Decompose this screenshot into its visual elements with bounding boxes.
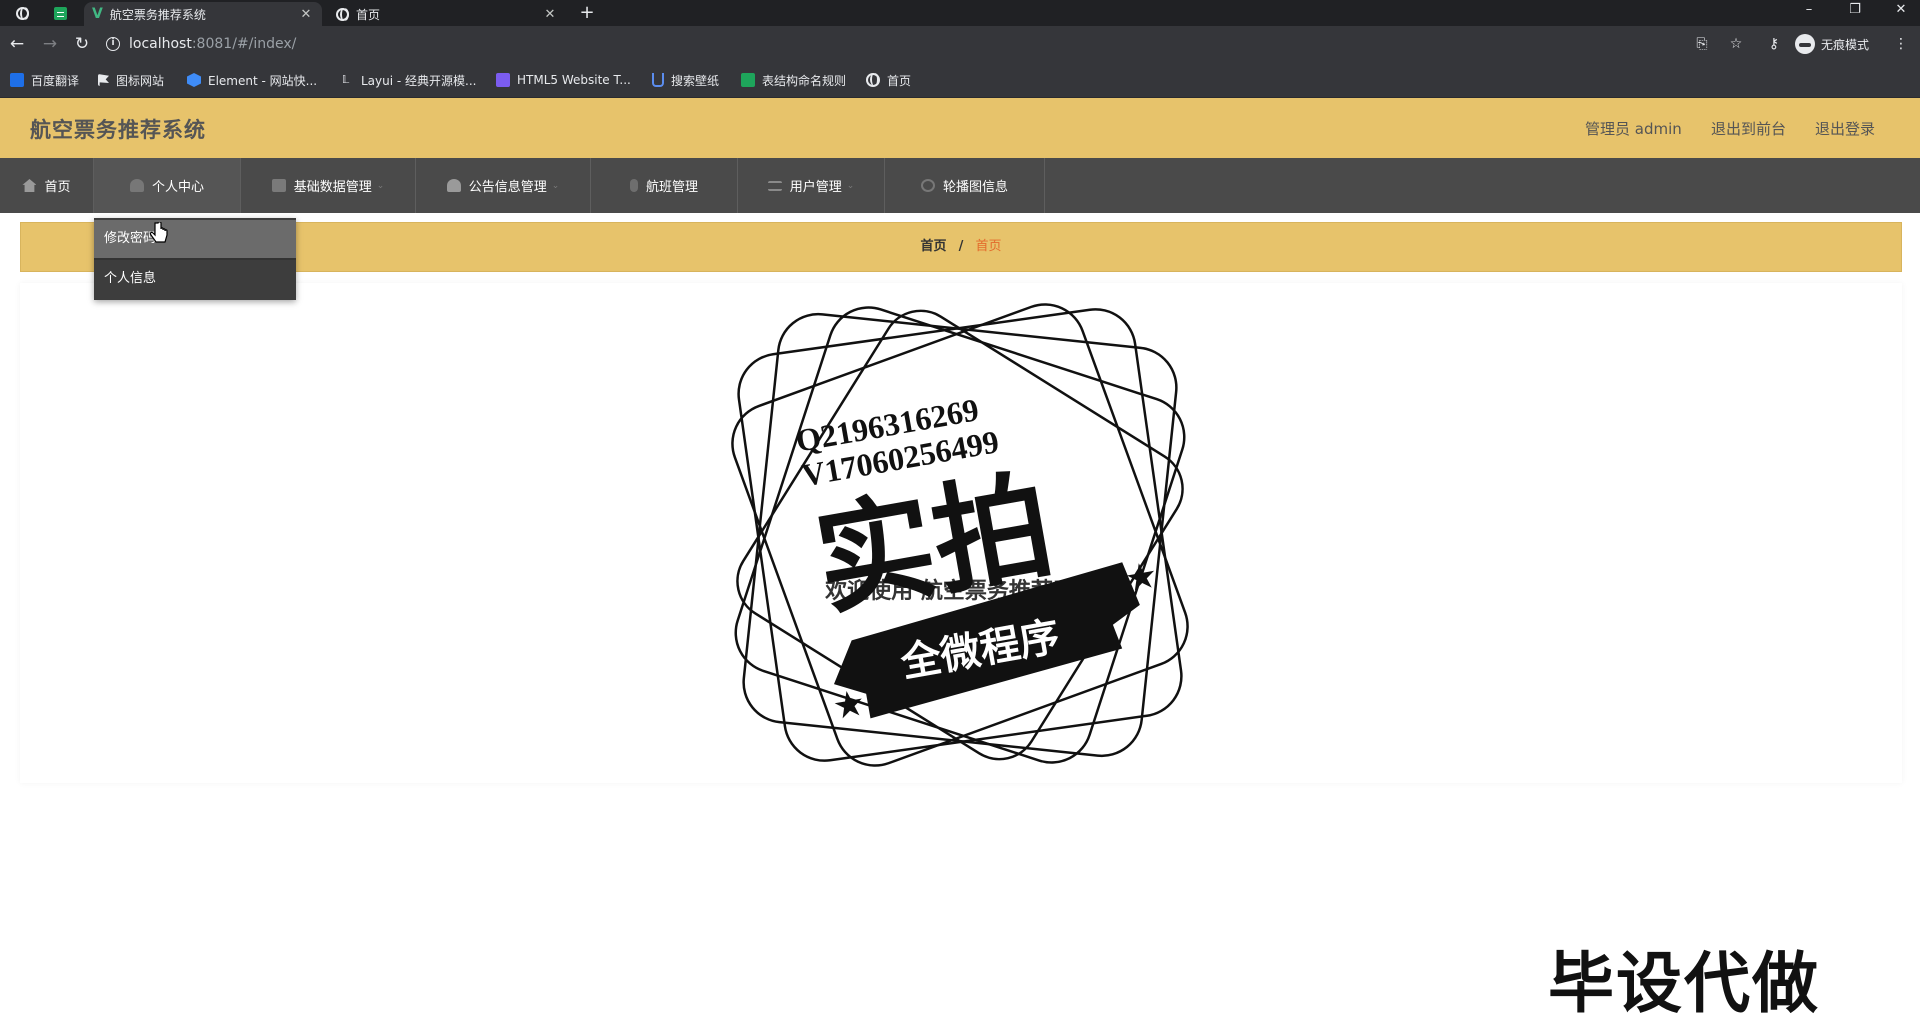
logout-link[interactable]: 退出登录 bbox=[1815, 118, 1875, 139]
bookmark-label: Layui - 经典开源模... bbox=[361, 73, 477, 88]
star-icon[interactable]: ☆ bbox=[1726, 33, 1746, 55]
reload-button[interactable]: ↻ bbox=[71, 33, 93, 55]
bookmark-item[interactable]: 表结构命名规则 bbox=[741, 71, 846, 89]
tab-close-icon[interactable]: ✕ bbox=[542, 7, 558, 22]
home-icon bbox=[22, 179, 37, 192]
browser-tab-bar: V 航空票务推荐系统 ✕ 首页 ✕ + – ❐ ✕ bbox=[0, 0, 1920, 26]
element-logo-icon bbox=[187, 73, 201, 87]
new-tab-button[interactable]: + bbox=[576, 2, 598, 24]
menu-item-label: 基础数据管理 bbox=[293, 180, 372, 195]
clipboard-icon bbox=[271, 179, 286, 192]
restore-button[interactable]: ❐ bbox=[1832, 0, 1878, 26]
list-icon bbox=[767, 180, 782, 191]
user-icon bbox=[129, 179, 144, 192]
bookmark-label: Element - 网站快... bbox=[208, 73, 318, 88]
bookmark-label: 搜索壁纸 bbox=[671, 73, 720, 88]
menu-item-notice[interactable]: 公告信息管理 ⌄ bbox=[416, 158, 591, 213]
menu-item-flights[interactable]: 航班管理 bbox=[591, 158, 738, 213]
menu-item-home[interactable]: 首页 bbox=[0, 158, 94, 213]
menu-item-label: 轮播图信息 bbox=[942, 180, 1008, 195]
browser-tab-active[interactable]: V 航空票务推荐系统 ✕ bbox=[84, 2, 322, 26]
close-window-button[interactable]: ✕ bbox=[1878, 0, 1920, 26]
key-icon[interactable]: ⚷ bbox=[1764, 33, 1784, 55]
main-menu: 首页 个人中心 基础数据管理 ⌄ 公告信息管理 ⌄ 航班管理 用户管理 ⌄ 轮播… bbox=[0, 158, 1920, 213]
personal-center-dropdown: 修改密码 个人信息 bbox=[94, 218, 296, 300]
dropdown-item-change-password[interactable]: 修改密码 bbox=[94, 220, 296, 258]
bookmark-item[interactable]: 图标网站 bbox=[98, 71, 164, 89]
menu-item-label: 航班管理 bbox=[645, 180, 698, 195]
url-field[interactable]: i localhost :8081/#/index/ bbox=[106, 30, 1696, 58]
tab-close-icon[interactable]: ✕ bbox=[298, 7, 314, 22]
forward-button[interactable]: → bbox=[39, 33, 61, 55]
breadcrumb-home[interactable]: 首页 bbox=[920, 239, 946, 254]
address-bar-row: ← → ↻ i localhost :8081/#/index/ ⎘ ☆ ⚷ 无… bbox=[0, 26, 1920, 62]
back-to-front-link[interactable]: 退出到前台 bbox=[1711, 118, 1786, 139]
menu-item-users[interactable]: 用户管理 ⌄ bbox=[738, 158, 885, 213]
stamp-watermark: Q2196316269 V17060256499 实拍 全微程序 ★ ★ bbox=[731, 303, 1189, 767]
user-icon bbox=[446, 179, 461, 192]
sheet-icon bbox=[53, 6, 67, 20]
sheet-icon bbox=[741, 73, 755, 87]
watermark-corner-text: 毕设代做 bbox=[1548, 945, 1820, 1018]
menu-item-label: 用户管理 bbox=[789, 180, 842, 195]
layui-logo-icon: 𝕃 bbox=[342, 73, 350, 86]
pinned-tab-globe[interactable] bbox=[11, 2, 33, 24]
browser-tab[interactable]: 首页 ✕ bbox=[328, 2, 566, 26]
incognito-icon bbox=[1795, 34, 1815, 54]
bookmark-label: 百度翻译 bbox=[31, 73, 80, 88]
breadcrumb: 首页 / 首页 bbox=[20, 222, 1902, 272]
html5-icon bbox=[496, 73, 510, 87]
bookmark-item[interactable]: 搜索壁纸 bbox=[652, 71, 719, 89]
bookmark-label: 首页 bbox=[887, 73, 912, 88]
gear-icon bbox=[920, 179, 935, 192]
incognito-badge[interactable]: 无痕模式 bbox=[1795, 31, 1869, 57]
url-host: localhost bbox=[129, 36, 192, 52]
menu-item-label: 个人中心 bbox=[151, 180, 204, 195]
pinned-tab-sheet[interactable] bbox=[49, 2, 71, 24]
tab-title: 首页 bbox=[356, 7, 381, 22]
globe-icon bbox=[866, 73, 880, 87]
bookmark-label: HTML5 Website T... bbox=[517, 73, 631, 87]
bookmark-item[interactable]: 𝕃 Layui - 经典开源模... bbox=[342, 71, 476, 89]
info-icon[interactable]: i bbox=[106, 37, 120, 51]
minimize-button[interactable]: – bbox=[1786, 0, 1832, 26]
more-menu-icon[interactable]: ⋮ bbox=[1894, 33, 1908, 55]
menu-item-label: 首页 bbox=[44, 180, 71, 195]
app-title: 航空票务推荐系统 bbox=[30, 118, 206, 142]
bookmark-item[interactable]: Element - 网站快... bbox=[187, 71, 317, 89]
flag-icon bbox=[98, 74, 109, 86]
bookmark-translate-icon bbox=[10, 73, 24, 87]
svg-text:★: ★ bbox=[830, 682, 869, 727]
bookmark-label: 图标网站 bbox=[116, 73, 165, 88]
chevron-down-icon: ⌄ bbox=[551, 180, 560, 191]
chevron-down-icon: ⌄ bbox=[376, 180, 385, 191]
tab-title: 航空票务推荐系统 bbox=[109, 7, 206, 22]
bookmark-item[interactable]: 首页 bbox=[866, 71, 911, 89]
incognito-label: 无痕模式 bbox=[1821, 37, 1870, 52]
globe-icon bbox=[336, 7, 349, 21]
admin-label: 管理员 admin bbox=[1585, 120, 1682, 138]
dropdown-item-personal-info[interactable]: 个人信息 bbox=[94, 260, 296, 298]
translate-icon[interactable]: ⎘ bbox=[1692, 33, 1712, 55]
menu-item-label: 公告信息管理 bbox=[468, 180, 547, 195]
bookmarks-bar: 百度翻译 图标网站 Element - 网站快... 𝕃 Layui - 经典开… bbox=[0, 62, 1920, 98]
menu-item-carousel[interactable]: 轮播图信息 bbox=[885, 158, 1045, 213]
wallpaper-icon bbox=[652, 73, 664, 87]
svg-text:★: ★ bbox=[1122, 555, 1161, 600]
hand-cursor-icon bbox=[150, 222, 168, 243]
breadcrumb-current: 首页 bbox=[975, 239, 1002, 254]
bookmark-label: 表结构命名规则 bbox=[762, 73, 847, 88]
globe-icon bbox=[15, 6, 29, 20]
chevron-down-icon: ⌄ bbox=[846, 180, 855, 191]
menu-item-basic-data[interactable]: 基础数据管理 ⌄ bbox=[241, 158, 416, 213]
breadcrumb-separator: / bbox=[958, 239, 964, 254]
mic-icon bbox=[629, 179, 638, 192]
vue-logo-icon: V bbox=[92, 6, 103, 22]
app-header: 航空票务推荐系统 管理员 admin 退出到前台 退出登录 bbox=[0, 98, 1920, 158]
bookmark-item[interactable]: 百度翻译 bbox=[10, 71, 79, 89]
url-path: :8081/#/index/ bbox=[191, 36, 297, 52]
bookmark-item[interactable]: HTML5 Website T... bbox=[496, 71, 631, 89]
back-button[interactable]: ← bbox=[6, 33, 28, 55]
menu-item-personal-center[interactable]: 个人中心 bbox=[94, 158, 241, 213]
